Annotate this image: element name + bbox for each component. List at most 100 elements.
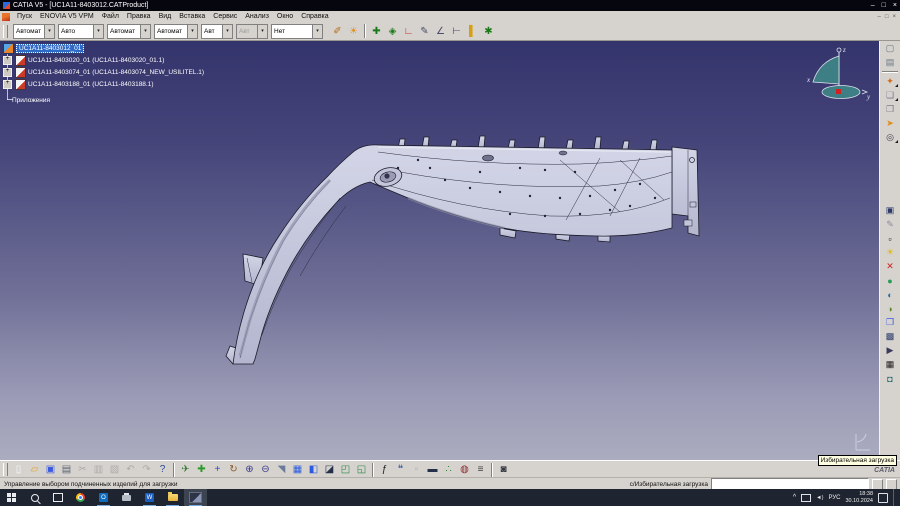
load-mode-dropdown-1[interactable]: Автомат▾: [13, 24, 55, 39]
sectioning-icon[interactable]: ▌: [465, 24, 480, 39]
menu-item-8[interactable]: Анализ: [241, 13, 273, 20]
tree-node-root[interactable]: UC1A11-8403012_01: [3, 43, 84, 53]
sketch-pen-icon[interactable]: ✎: [883, 218, 898, 231]
chevron-down-icon[interactable]: ▾: [44, 25, 54, 38]
task-view-button[interactable]: [46, 489, 69, 506]
menu-item-2[interactable]: ENOVIA V5 VPM: [36, 13, 98, 20]
smart-move-icon[interactable]: ◎: [883, 131, 898, 144]
rotate-icon[interactable]: ↻: [226, 462, 241, 477]
load-mode-dropdown-7[interactable]: Нет▾: [271, 24, 323, 39]
measure-between-icon[interactable]: ✎: [417, 24, 432, 39]
render-style-icon[interactable]: ◱: [354, 462, 369, 477]
hidden-line-view-icon[interactable]: ◪: [322, 462, 337, 477]
tree-node[interactable]: + UC1A11-8403074_01 (UC1A11-8403074_NEW_U…: [3, 67, 204, 77]
paint-brush-icon[interactable]: ✐: [330, 24, 345, 39]
chevron-down-icon[interactable]: ▾: [257, 25, 267, 38]
toolbar-drag-handle[interactable]: [3, 25, 8, 38]
search-button[interactable]: [23, 489, 46, 506]
expand-plus-icon[interactable]: +: [3, 68, 12, 77]
exit-workbench-icon[interactable]: ◘: [883, 372, 898, 385]
status-button-1[interactable]: [872, 479, 883, 490]
tree-node[interactable]: +UC1A11-8403188_01 (UC1A11-8403188.1): [3, 79, 154, 89]
load-mode-dropdown-2[interactable]: Авто▾: [58, 24, 104, 39]
component-icon[interactable]: ❏: [883, 89, 898, 102]
toolbar-drag-handle[interactable]: [3, 463, 8, 476]
close-button[interactable]: ×: [893, 2, 897, 9]
taskbar-clock[interactable]: 18:38 30.10.2024: [845, 491, 873, 504]
annotation-bubble-icon[interactable]: ❝: [393, 462, 408, 477]
load-mode-dropdown-5[interactable]: Авт▾: [201, 24, 233, 39]
multi-view-icon[interactable]: ▦: [290, 462, 305, 477]
flyout-arrow-icon[interactable]: [895, 84, 898, 87]
save-icon[interactable]: ▣: [43, 462, 58, 477]
tree-root-label[interactable]: UC1A11-8403012_01: [16, 44, 84, 53]
tree-node-label[interactable]: UC1A11-8403074_01 (UC1A11-8403074_NEW_US…: [28, 69, 204, 76]
language-indicator[interactable]: РУС: [828, 495, 840, 501]
status-button-2[interactable]: [886, 479, 897, 490]
model-body[interactable]: [226, 136, 699, 364]
tree-applications-label[interactable]: Приложения: [12, 97, 50, 104]
light-source-icon[interactable]: ☀: [346, 24, 361, 39]
print-icon[interactable]: ▤: [59, 462, 74, 477]
network-icon[interactable]: [801, 494, 811, 502]
load-mode-dropdown-4[interactable]: Автомат▾: [154, 24, 198, 39]
video-capture-icon[interactable]: ▶: [883, 344, 898, 357]
printer-taskbar-icon[interactable]: [115, 489, 138, 506]
flyout-arrow-icon[interactable]: [895, 98, 898, 101]
normal-view-icon[interactable]: ◥: [274, 462, 289, 477]
explorer-taskbar-icon[interactable]: [161, 489, 184, 506]
mdi-close-button[interactable]: ×: [892, 14, 896, 20]
photo-studio-icon[interactable]: ▩: [883, 330, 898, 343]
grid-icon[interactable]: ▦: [883, 358, 898, 371]
notification-center-icon[interactable]: [878, 493, 888, 503]
monitor-view-icon[interactable]: ▣: [883, 204, 898, 217]
catalog-browser-icon[interactable]: ❒: [883, 316, 898, 329]
zoom-in-icon[interactable]: ⊕: [242, 462, 257, 477]
compass-anchor[interactable]: [836, 89, 841, 94]
3d-compass[interactable]: x z y: [805, 44, 875, 104]
fly-mode-icon[interactable]: ✈: [178, 462, 193, 477]
catia-taskbar-icon[interactable]: [184, 489, 207, 506]
menu-item-4[interactable]: Правка: [123, 13, 155, 20]
axis-constraint-icon[interactable]: ∟: [401, 24, 416, 39]
knowledge-fx-icon[interactable]: ƒ: [377, 462, 392, 477]
chevron-down-icon[interactable]: ▾: [93, 25, 103, 38]
mdi-minimize-button[interactable]: –: [878, 14, 881, 20]
speaker-icon[interactable]: ◄): [816, 495, 823, 501]
compass-sail[interactable]: [813, 56, 839, 84]
named-view-icon[interactable]: ◰: [338, 462, 353, 477]
product-graph-icon[interactable]: ∴: [441, 462, 456, 477]
3d-viewport[interactable]: UC1A11-8403012_01 +UC1A11-8403020_01 (UC…: [0, 40, 900, 460]
minimize-button[interactable]: –: [871, 2, 875, 9]
world-publish-icon[interactable]: ◍: [457, 462, 472, 477]
chevron-down-icon[interactable]: ▾: [222, 25, 232, 38]
headlight-icon[interactable]: ☀: [883, 246, 898, 259]
menu-item-1[interactable]: Пуск: [13, 13, 36, 20]
chrome-taskbar-icon[interactable]: [69, 489, 92, 506]
menu-item-3[interactable]: Файл: [98, 13, 123, 20]
isometric-view-icon[interactable]: ◧: [306, 462, 321, 477]
menu-item-6[interactable]: Вставка: [175, 13, 209, 20]
tree-node-applications[interactable]: Приложения: [12, 95, 50, 105]
tree-node[interactable]: +UC1A11-8403020_01 (UC1A11-8403020_01.1): [3, 55, 164, 65]
clash-analysis-icon[interactable]: ✱: [481, 24, 496, 39]
new-document-icon[interactable]: ▯: [11, 462, 26, 477]
measure-thickness-icon[interactable]: ⊢: [449, 24, 464, 39]
chevron-down-icon[interactable]: ▾: [312, 25, 322, 38]
render-sphere-icon[interactable]: ◐: [883, 288, 898, 301]
zoom-out-icon[interactable]: ⊖: [258, 462, 273, 477]
show-desktop-button[interactable]: [893, 489, 897, 506]
move-compass-icon[interactable]: ✚: [369, 24, 384, 39]
window-layout-icon[interactable]: ▢: [883, 42, 898, 55]
fit-all-in-icon[interactable]: ✚: [194, 462, 209, 477]
open-icon[interactable]: ▱: [27, 462, 42, 477]
menu-item-9[interactable]: Окно: [273, 13, 297, 20]
menu-item-10[interactable]: Справка: [297, 13, 332, 20]
3d-model[interactable]: [0, 40, 900, 460]
pan-icon[interactable]: +: [210, 462, 225, 477]
tree-node-label[interactable]: UC1A11-8403188_01 (UC1A11-8403188.1): [28, 81, 154, 88]
list-options-icon[interactable]: ≡: [473, 462, 488, 477]
camera-icon[interactable]: ◙: [496, 462, 511, 477]
screen-icon[interactable]: ▬: [425, 462, 440, 477]
existing-part-icon[interactable]: ❐: [883, 103, 898, 116]
